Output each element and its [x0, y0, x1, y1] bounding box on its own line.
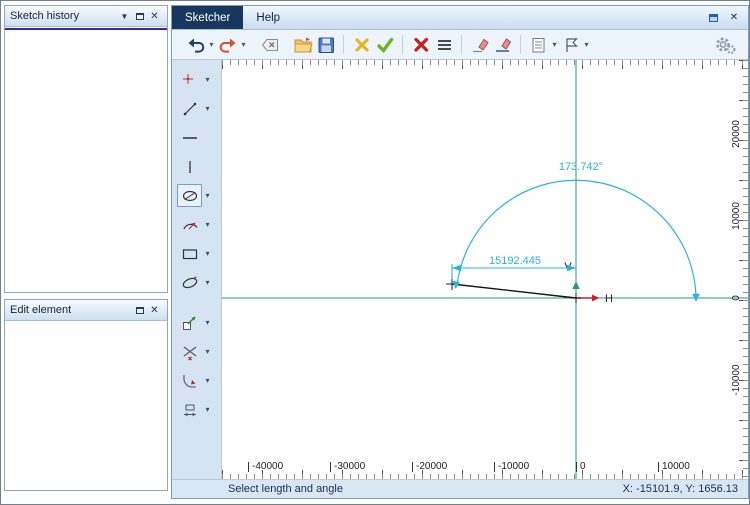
- snap-options-icon[interactable]: [559, 33, 582, 57]
- sketch-history-panel: Sketch history ▼ ✕: [4, 5, 168, 293]
- panel-maximize-icon[interactable]: [132, 9, 147, 23]
- redo-dropdown-icon[interactable]: ▾: [239, 41, 248, 49]
- sketch-history-titlebar: Sketch history ▼ ✕: [5, 6, 167, 27]
- rotated-ellipse-tool-dropdown-icon[interactable]: ▾: [202, 279, 213, 287]
- arc-tool-dropdown-icon[interactable]: ▾: [202, 221, 213, 229]
- menu-icon[interactable]: [432, 33, 455, 57]
- point-tool-dropdown-icon[interactable]: ▾: [202, 76, 213, 84]
- status-coordinates: X: -15101.9, Y: 1656.13: [623, 483, 738, 495]
- settings-gear-icon[interactable]: [713, 33, 736, 57]
- snap-options-dropdown-icon[interactable]: ▾: [582, 41, 591, 49]
- rectangle-tool-icon[interactable]: [177, 242, 202, 265]
- statusbar: Select length and angle X: -15101.9, Y: …: [172, 479, 748, 498]
- point-tool-icon[interactable]: [177, 68, 202, 91]
- line-tool-dropdown-icon[interactable]: ▾: [202, 105, 213, 113]
- rectangle-tool-dropdown-icon[interactable]: ▾: [202, 250, 213, 258]
- edit-element-title: Edit element: [10, 304, 132, 316]
- titlebar: Sketcher Help ✕: [172, 6, 748, 30]
- trim-tool-dropdown-icon[interactable]: ▾: [202, 348, 213, 356]
- tab-help[interactable]: Help: [243, 6, 293, 29]
- v-axis-arrow-icon: [572, 281, 579, 289]
- tab-sketcher[interactable]: Sketcher: [172, 6, 243, 29]
- maximize-icon[interactable]: [704, 10, 722, 25]
- edit-element-panel: Edit element ✕: [4, 299, 168, 491]
- sketch-canvas[interactable]: H V 15192.445 173.742°: [222, 60, 748, 479]
- delete-icon[interactable]: [409, 33, 432, 57]
- backspace-icon[interactable]: [258, 33, 281, 57]
- eraser-element-icon[interactable]: [491, 33, 514, 57]
- redo-icon[interactable]: [216, 33, 239, 57]
- transform-tool-dropdown-icon[interactable]: ▾: [202, 319, 213, 327]
- edit-element-titlebar: Edit element ✕: [5, 300, 167, 321]
- trim-tool-icon[interactable]: [177, 340, 202, 363]
- sketch-line: [452, 284, 576, 298]
- window-controls: ✕: [704, 6, 748, 29]
- arc-tool-icon[interactable]: [177, 213, 202, 236]
- sketcher-window: Sketcher Help ✕ ▾ ▾: [171, 5, 749, 499]
- eraser-icon[interactable]: [468, 33, 491, 57]
- fillet-tool-icon[interactable]: [177, 369, 202, 392]
- rotated-ellipse-tool-icon[interactable]: [177, 271, 202, 294]
- panel-close-icon[interactable]: ✕: [147, 303, 162, 317]
- application-screen: Sketch history ▼ ✕ Edit element ✕ Sketch…: [0, 0, 750, 505]
- window-body: ▾ ▾ ▾ ▾: [172, 60, 748, 479]
- panel-menu-icon[interactable]: ▼: [117, 9, 132, 23]
- main-toolbar: ▾ ▾: [172, 30, 748, 60]
- dimension-tool-dropdown-icon[interactable]: ▾: [202, 406, 213, 414]
- accept-icon[interactable]: [373, 33, 396, 57]
- h-axis-arrow-icon: [592, 295, 600, 302]
- edit-element-content[interactable]: [5, 321, 167, 490]
- tool-palette: ▾ ▾ ▾ ▾: [172, 60, 222, 479]
- cancel-icon[interactable]: [350, 33, 373, 57]
- undo-icon[interactable]: [184, 33, 207, 57]
- display-options-icon[interactable]: [527, 33, 550, 57]
- open-file-icon[interactable]: [291, 33, 314, 57]
- angle-dimension-value: 173.742°: [559, 161, 603, 173]
- transform-tool-icon[interactable]: [177, 311, 202, 334]
- undo-dropdown-icon[interactable]: ▾: [207, 41, 216, 49]
- panel-close-icon[interactable]: ✕: [147, 9, 162, 23]
- close-icon[interactable]: ✕: [725, 10, 743, 25]
- status-message: Select length and angle: [228, 483, 343, 495]
- horizontal-line-tool-icon[interactable]: [177, 126, 202, 149]
- length-dimension-value: 15192.445: [489, 255, 541, 267]
- fillet-tool-dropdown-icon[interactable]: ▾: [202, 377, 213, 385]
- dimension-tool-icon[interactable]: [177, 398, 202, 421]
- line-tool-icon[interactable]: [177, 97, 202, 120]
- sketch-history-title: Sketch history: [10, 10, 117, 22]
- save-icon[interactable]: [314, 33, 337, 57]
- ellipse-tool-dropdown-icon[interactable]: ▾: [202, 192, 213, 200]
- h-axis-label: H: [605, 293, 613, 305]
- display-options-dropdown-icon[interactable]: ▾: [550, 41, 559, 49]
- ellipse-tool-icon[interactable]: [177, 184, 202, 207]
- vertical-line-tool-icon[interactable]: [177, 155, 202, 178]
- sketch-scene: H V 15192.445 173.742°: [222, 60, 748, 479]
- sketch-history-content[interactable]: [5, 27, 167, 292]
- panel-maximize-icon[interactable]: [132, 303, 147, 317]
